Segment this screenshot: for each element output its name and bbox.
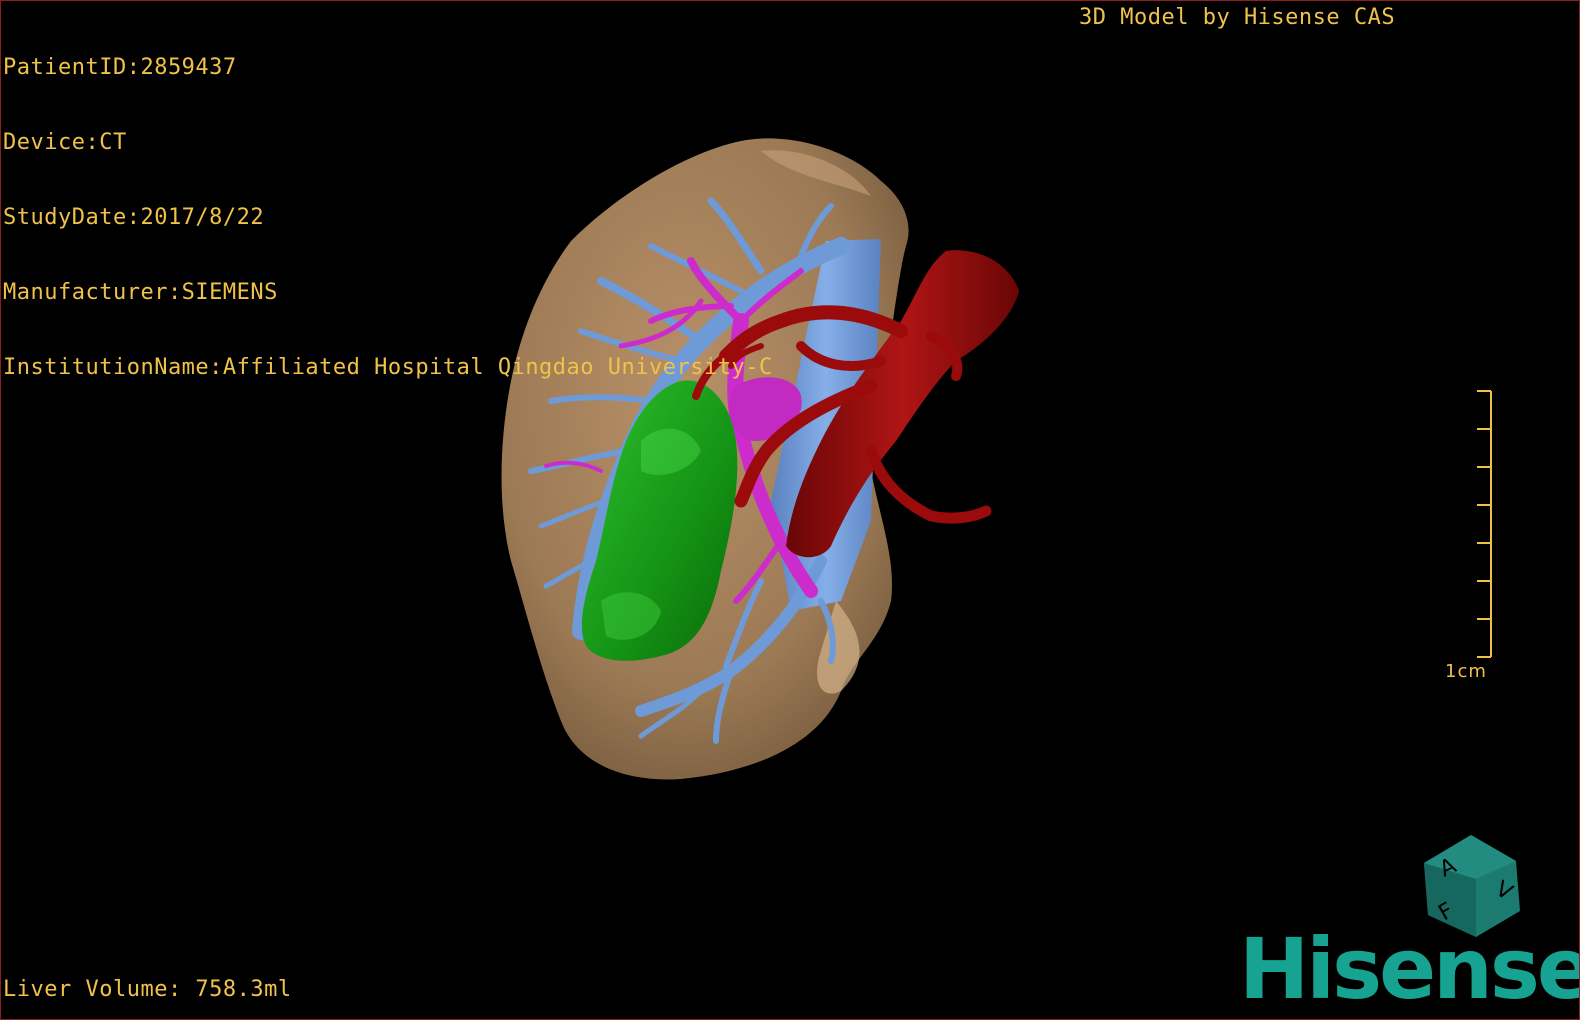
viewer-title: 3D Model by Hisense CAS xyxy=(1079,5,1396,30)
liver-volume-text: Liver Volume: 758.3ml xyxy=(3,977,292,1002)
study-date-text: StudyDate:2017/8/22 xyxy=(3,205,265,230)
dicom-info-panel: PatientID:2859437 Device:CT StudyDate:20… xyxy=(3,5,773,430)
scale-ruler-icon xyxy=(1477,390,1492,658)
institution-text: InstitutionName:Affiliated Hospital Qing… xyxy=(3,355,773,380)
scale-label: 1cm xyxy=(1445,661,1487,682)
manufacturer-text: Manufacturer:SIEMENS xyxy=(3,280,278,305)
hisense-logo: Hisense xyxy=(1239,920,1580,1018)
device-text: Device:CT xyxy=(3,130,127,155)
3d-viewport[interactable]: PatientID:2859437 Device:CT StudyDate:20… xyxy=(0,0,1580,1020)
patient-id-text: PatientID:2859437 xyxy=(3,55,237,80)
